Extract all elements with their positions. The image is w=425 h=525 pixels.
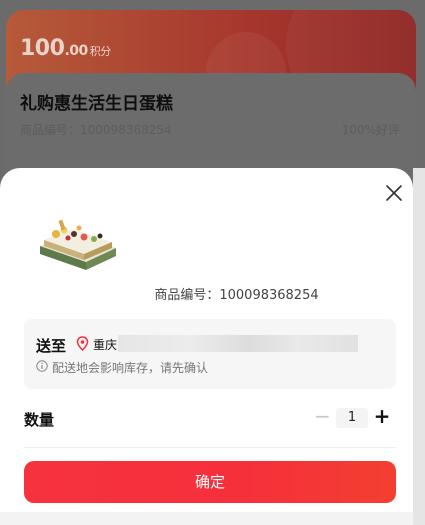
product-title: 礼购惠生活生日蛋糕 [20, 94, 173, 114]
address-note: 配送地会影响库存，请先确认 [52, 361, 209, 375]
good-rate: 100%好评 [341, 123, 400, 137]
product-code: 商品编号：100098368254 [20, 123, 172, 137]
points-decimal: .00 [64, 43, 88, 59]
points-value: 100.00 积分 [20, 36, 111, 61]
location-pin-icon [76, 336, 89, 351]
address-selector[interactable]: 送至 重庆 配送地会影响库存，请先确认 [24, 319, 396, 389]
points-unit: 积分 [89, 45, 112, 58]
ship-to-label: 送至 [36, 337, 67, 355]
address-redacted [118, 335, 358, 352]
address-city: 重庆 [93, 338, 118, 352]
quantity-value[interactable]: 1 [336, 408, 368, 428]
quantity-label: 数量 [24, 411, 55, 429]
confirm-button[interactable]: 确定 [24, 461, 396, 503]
bottom-safe-area [0, 512, 413, 525]
divider [24, 447, 396, 448]
overlay-edge [413, 168, 425, 525]
purchase-sheet: 商品编号：100098368254 送至 重庆 配送地会影响库存，请先确认 数量… [0, 168, 413, 525]
close-icon[interactable] [383, 182, 405, 204]
info-icon [36, 360, 48, 372]
quantity-increase-button[interactable]: + [373, 404, 391, 428]
quantity-decrease-button[interactable]: − [314, 406, 331, 428]
product-code: 商品编号：100098368254 [154, 288, 319, 303]
points-integer: 100 [20, 36, 65, 61]
product-thumbnail [34, 212, 120, 272]
